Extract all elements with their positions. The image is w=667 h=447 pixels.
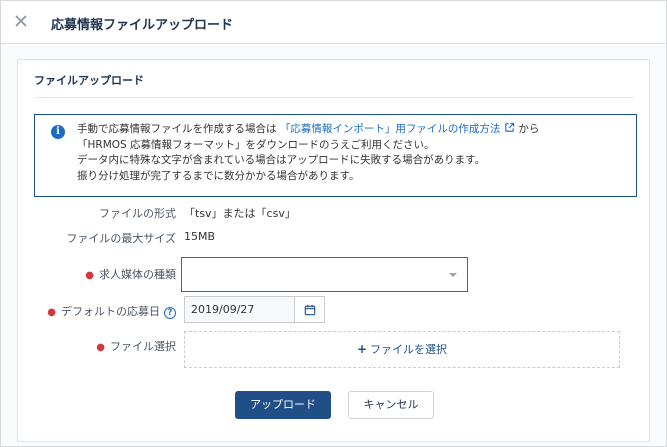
close-icon[interactable]	[13, 13, 29, 29]
info-line-3: データ内に特殊な文字が含まれている場合はアップロードに失敗する場合があります。	[77, 154, 486, 166]
media-type-select[interactable]	[181, 257, 468, 292]
modal-title: 応募情報ファイルアップロード	[51, 18, 234, 33]
default-date-label-text: デフォルトの応募日	[61, 305, 160, 318]
file-select-label: ● ファイル選択	[38, 338, 176, 354]
max-size-value: 15MB	[184, 230, 216, 243]
required-mark: ●	[85, 270, 94, 281]
media-type-label-text: 求人媒体の種類	[99, 268, 176, 281]
panel-divider	[34, 97, 635, 98]
info-line-1-suffix: から	[518, 123, 540, 135]
file-select-label-text: ファイル選択	[110, 340, 176, 353]
media-type-label: ● 求人媒体の種類	[38, 266, 176, 282]
plus-icon: +	[356, 342, 368, 356]
info-line-2: 「HRMOS 応募情報フォーマット」をダウンロードのうえご利用ください。	[77, 138, 435, 151]
upload-modal: 応募情報ファイルアップロード ファイルアップロード i 手動で応募情報ファイルを…	[0, 0, 667, 447]
cancel-button[interactable]: キャンセル	[348, 391, 434, 419]
default-date-input[interactable]: 2019/09/27	[184, 296, 295, 323]
info-line-4: 振り分け処理が完了するまでに数分かかる場合があります。	[77, 169, 360, 182]
calendar-button[interactable]	[295, 296, 325, 323]
info-icon: i	[51, 125, 65, 139]
info-line-1-prefix: 手動で応募情報ファイルを作成する場合は	[77, 123, 277, 135]
caret-down-icon	[449, 273, 457, 277]
external-link-icon[interactable]	[504, 122, 515, 133]
file-format-label: ファイルの形式	[99, 207, 176, 220]
panel-title: ファイルアップロード	[34, 74, 144, 87]
file-select-button-label: ファイルを選択	[370, 343, 448, 356]
info-text: 手動で応募情報ファイルを作成する場合は 「応募情報インポート」用ファイルの作成方…	[77, 122, 632, 184]
info-line-1: 手動で応募情報ファイルを作成する場合は 「応募情報インポート」用ファイルの作成方…	[77, 122, 632, 138]
calendar-icon	[304, 304, 316, 316]
import-guide-link[interactable]: 「応募情報インポート」用ファイルの作成方法	[280, 123, 501, 135]
file-format-value: 「tsv」または「csv」	[184, 207, 296, 220]
upload-button[interactable]: アップロード	[235, 391, 331, 419]
upload-panel: ファイルアップロード i 手動で応募情報ファイルを作成する場合は 「応募情報イン…	[17, 59, 650, 442]
info-box: i 手動で応募情報ファイルを作成する場合は 「応募情報インポート」用ファイルの作…	[34, 114, 637, 197]
modal-header: 応募情報ファイルアップロード	[1, 1, 666, 44]
help-icon[interactable]: ?	[164, 307, 176, 319]
file-select-dropzone[interactable]: + ファイルを選択	[184, 331, 620, 368]
default-date-label: ● デフォルトの応募日?	[18, 303, 176, 319]
required-mark: ●	[47, 307, 56, 318]
required-mark: ●	[96, 342, 105, 353]
max-size-label: ファイルの最大サイズ	[66, 232, 176, 245]
